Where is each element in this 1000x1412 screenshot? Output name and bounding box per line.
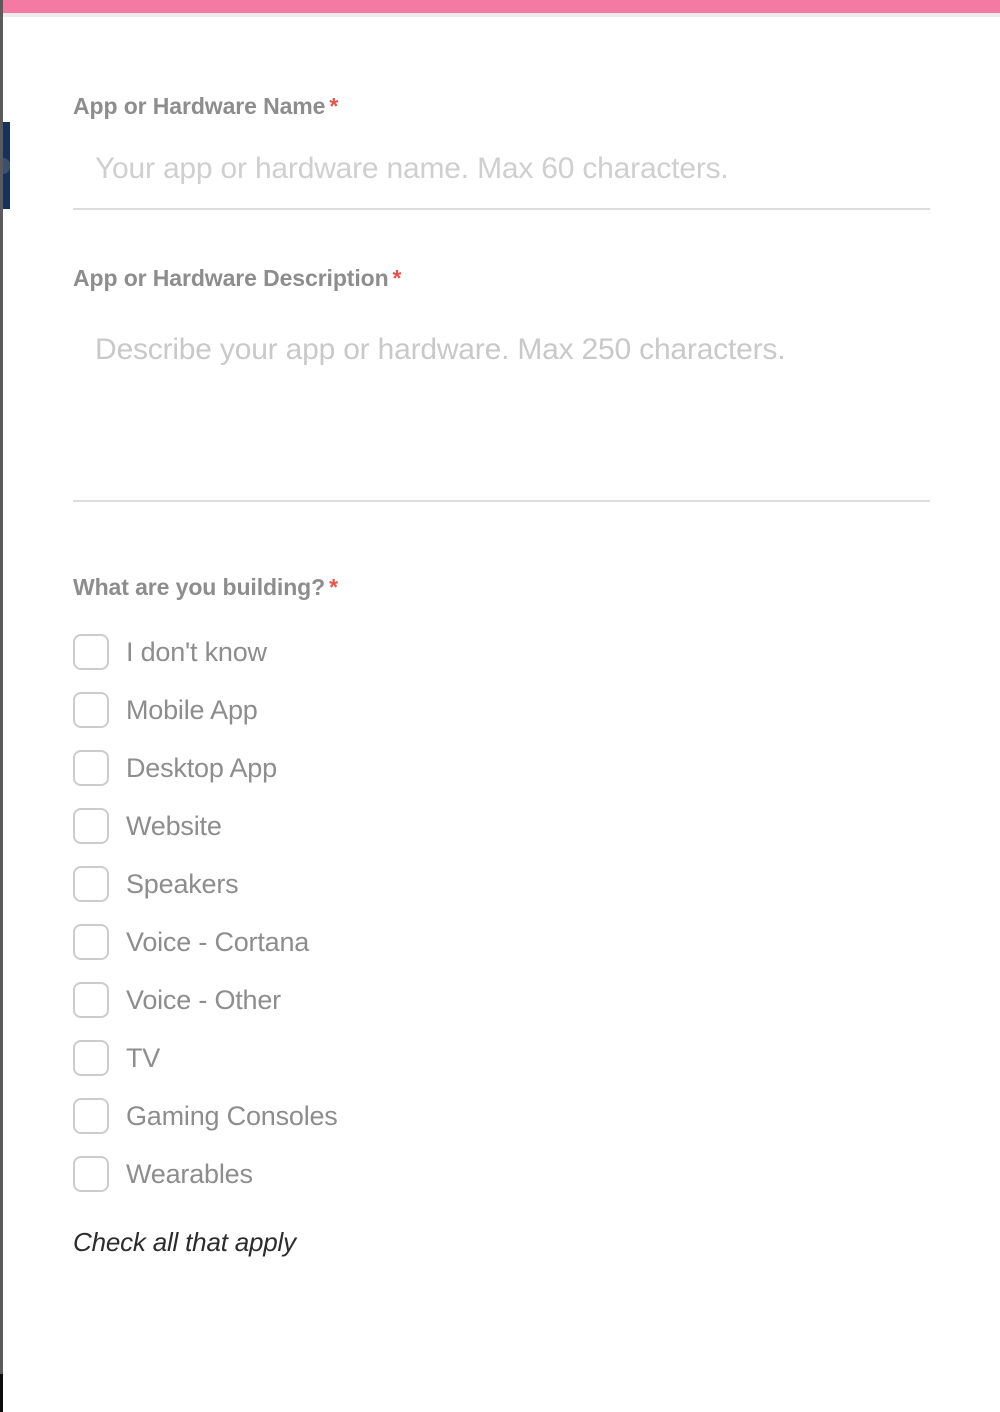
checkbox-row[interactable]: Website	[73, 797, 930, 855]
check-all-helper-text: Check all that apply	[73, 1227, 296, 1257]
checkbox-row[interactable]: TV	[73, 1029, 930, 1087]
checkbox-label: Desktop App	[126, 752, 277, 783]
what-building-label-text: What are you building?	[73, 574, 326, 600]
app-name-input[interactable]: Your app or hardware name. Max 60 charac…	[73, 148, 930, 210]
checkbox-label: Wearables	[126, 1158, 253, 1189]
app-name-label: App or Hardware Name *	[73, 17, 930, 120]
checkbox-label: Voice - Other	[126, 984, 281, 1015]
checkbox-label: Speakers	[126, 868, 239, 899]
checkbox-icon[interactable]	[73, 924, 109, 960]
submission-form: App or Hardware Name * Your app or hardwa…	[0, 17, 1000, 1412]
app-description-textarea[interactable]: Describe your app or hardware. Max 250 c…	[73, 322, 930, 502]
checkbox-row[interactable]: Gaming Consoles	[73, 1087, 930, 1145]
page-root: App or Hardware Name * Your app or hardwa…	[0, 0, 1000, 1412]
checkbox-icon[interactable]	[73, 1098, 109, 1134]
checkbox-icon[interactable]	[73, 982, 109, 1018]
checkbox-row[interactable]: Desktop App	[73, 739, 930, 797]
field-app-description: App or Hardware Description * Describe yo…	[0, 210, 1000, 502]
checkbox-label: I don't know	[126, 636, 267, 667]
checkbox-label: Website	[126, 810, 222, 841]
required-asterisk: *	[329, 93, 339, 119]
app-description-placeholder: Describe your app or hardware. Max 250 c…	[95, 333, 786, 366]
checkbox-row[interactable]: Mobile App	[73, 681, 930, 739]
what-building-label: What are you building? *	[73, 502, 930, 601]
checkbox-row[interactable]: Voice - Cortana	[73, 913, 930, 971]
building-options-list: I don't know Mobile App Desktop App Webs…	[73, 623, 930, 1203]
checkbox-icon[interactable]	[73, 1156, 109, 1192]
checkbox-row[interactable]: Speakers	[73, 855, 930, 913]
checkbox-icon[interactable]	[73, 1040, 109, 1076]
checkbox-icon[interactable]	[73, 634, 109, 670]
app-name-label-text: App or Hardware Name	[73, 93, 326, 119]
accent-top-bar	[3, 0, 1000, 13]
app-description-label-text: App or Hardware Description	[73, 265, 389, 291]
checkbox-icon[interactable]	[73, 808, 109, 844]
required-asterisk: *	[329, 574, 338, 600]
checkbox-label: Voice - Cortana	[126, 926, 310, 957]
checkbox-icon[interactable]	[73, 750, 109, 786]
required-asterisk: *	[392, 265, 402, 291]
checkbox-label: Gaming Consoles	[126, 1100, 338, 1131]
field-what-building: What are you building? * I don't know Mob…	[0, 502, 1000, 1258]
checkbox-icon[interactable]	[73, 692, 109, 728]
checkbox-row[interactable]: Voice - Other	[73, 971, 930, 1029]
checkbox-row[interactable]: I don't know	[73, 623, 930, 681]
checkbox-icon[interactable]	[73, 866, 109, 902]
checkbox-label: Mobile App	[126, 694, 258, 725]
checkbox-row[interactable]: Wearables	[73, 1145, 930, 1203]
app-description-label: App or Hardware Description *	[73, 210, 930, 292]
field-app-name: App or Hardware Name * Your app or hardwa…	[0, 17, 1000, 210]
app-name-placeholder: Your app or hardware name. Max 60 charac…	[95, 152, 729, 185]
checkbox-label: TV	[126, 1042, 161, 1073]
